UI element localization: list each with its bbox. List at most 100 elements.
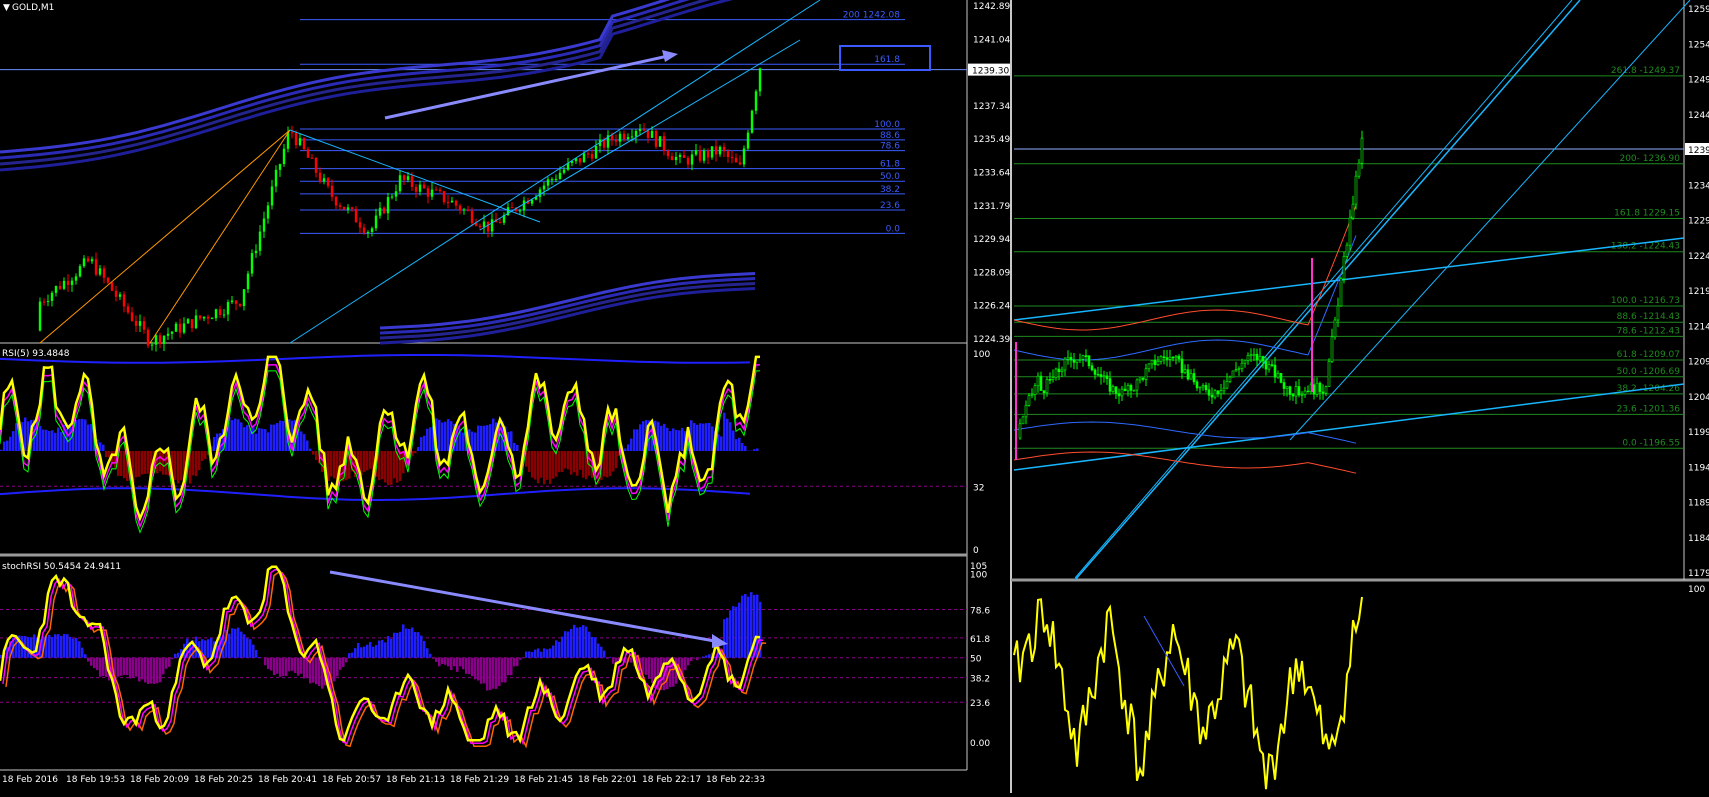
price-candle [147, 330, 149, 346]
stoch-histogram-bar [741, 596, 744, 658]
right-candle [1202, 385, 1204, 387]
stoch-histogram-bar [558, 642, 561, 658]
time-axis-label: 18 Feb 21:45 [514, 775, 573, 785]
right-oscillator-panel[interactable]: 100 [1014, 585, 1705, 789]
price-candle [227, 302, 229, 314]
price-candle [303, 138, 305, 149]
rsi-tick-label: 32 [973, 483, 984, 493]
price-candle [275, 170, 277, 187]
stoch-histogram-bar [579, 627, 582, 658]
rsi-histogram-bar [693, 423, 696, 451]
rsi-histogram-bar [162, 451, 165, 475]
right-price-tick-label: 1189 [1688, 499, 1709, 509]
rsi-histogram-bar [309, 449, 312, 451]
stoch-histogram-bar [414, 632, 417, 658]
stoch-histogram-bar [399, 632, 402, 658]
right-candle [1253, 354, 1255, 355]
rsi-histogram-bar [753, 449, 756, 451]
right-fib-label: 261.8 -1249.37 [1611, 66, 1680, 76]
right-candle [1265, 361, 1267, 369]
stoch-histogram-bar [51, 637, 54, 658]
right-candle [1259, 356, 1261, 360]
price-candle [47, 301, 49, 302]
stoch-tick-label: 0.00 [970, 739, 990, 749]
price-candle [419, 185, 421, 192]
rsi-histogram-bar [276, 423, 279, 451]
stoch-histogram-bar [738, 603, 741, 658]
stoch-histogram-bar [438, 658, 441, 667]
price-candle [127, 306, 129, 312]
left-rsi-panel[interactable]: 100320 [0, 350, 990, 556]
rsi-histogram-bar [0, 450, 3, 451]
stoch-histogram-bar [702, 657, 705, 658]
stoch-histogram-bar [351, 653, 354, 658]
stoch-histogram-bar [606, 658, 609, 659]
stoch-histogram-bar [72, 639, 75, 658]
rsi-histogram-bar [480, 426, 483, 451]
stoch-histogram-bar [726, 618, 729, 658]
rsi-histogram-bar [540, 451, 543, 478]
price-candle [131, 312, 133, 320]
left-price-chart[interactable]: 1242.891241.041239.301237.341235.491233.… [0, 0, 1010, 351]
right-price-chart[interactable]: 1259125412491244123912341229122412191214… [1014, 0, 1709, 580]
right-candle [1337, 306, 1339, 320]
price-candle [667, 151, 669, 156]
price-candle [107, 278, 109, 283]
rsi-histogram-bar [159, 451, 162, 471]
stoch-histogram-bar [48, 635, 51, 658]
right-candle [1067, 357, 1069, 359]
right-candle [1115, 387, 1117, 394]
stoch-histogram-bar [303, 658, 306, 679]
rsi-histogram-bar [378, 451, 381, 480]
right-candle [1331, 337, 1333, 361]
rsi-histogram-bar [312, 451, 315, 455]
stoch-histogram-bar [78, 641, 81, 658]
stoch-histogram-bar [594, 637, 597, 657]
stoch-histogram-bar [372, 647, 375, 658]
right-candle [1160, 357, 1162, 362]
price-candle [271, 186, 273, 205]
rsi-upper-band [0, 355, 750, 363]
right-candle [1349, 218, 1351, 245]
price-candle [439, 190, 441, 191]
rsi-histogram-bar [723, 413, 726, 451]
chart-title: GOLD,M1 [12, 3, 54, 13]
stoch-histogram-bar [342, 658, 345, 667]
rsi-histogram-bar [741, 443, 744, 451]
price-candle [391, 197, 393, 198]
stoch-histogram-bar [693, 658, 696, 659]
rsi-histogram-bar [147, 451, 150, 474]
price-candle [327, 178, 329, 186]
right-lower-band [1014, 452, 1356, 473]
rsi-histogram-bar [624, 448, 627, 451]
price-candle [335, 197, 337, 206]
price-candle [499, 222, 501, 223]
stoch-histogram-bar [57, 634, 60, 658]
right-price-tick-label: 1219 [1688, 287, 1709, 297]
chart-title-icon: ▼ [3, 3, 10, 13]
rsi-histogram-bar [195, 451, 198, 476]
stoch-histogram-bar [576, 628, 579, 658]
stoch-histogram-bar [138, 658, 141, 682]
stoch-histogram-bar [429, 654, 432, 658]
rsi-histogram-bar [201, 451, 204, 461]
stoch-histogram-bar [102, 658, 105, 676]
rsi-histogram-bar [738, 438, 741, 451]
stoch-histogram-bar [375, 645, 378, 658]
rsi-histogram-bar [633, 429, 636, 451]
right-candle [1106, 376, 1108, 379]
price-candle [731, 157, 733, 158]
stoch-histogram-bar [90, 658, 93, 666]
price-candle [59, 286, 61, 289]
price-candle [279, 164, 281, 170]
right-price-tick-label: 1179 [1688, 569, 1709, 579]
right-candle [1136, 380, 1138, 390]
left-stochrsi-panel[interactable]: 10510078.661.85038.223.60.0018 Feb 20161… [0, 562, 990, 785]
price-candle [431, 190, 433, 197]
price-tick-label: 1224.39 [973, 335, 1010, 345]
price-candle [311, 158, 313, 159]
stoch-histogram-bar [294, 658, 297, 673]
stoch-histogram-bar [162, 658, 165, 675]
rsi-histogram-bar [489, 424, 492, 451]
rsi-tick-label: 0 [973, 546, 979, 556]
